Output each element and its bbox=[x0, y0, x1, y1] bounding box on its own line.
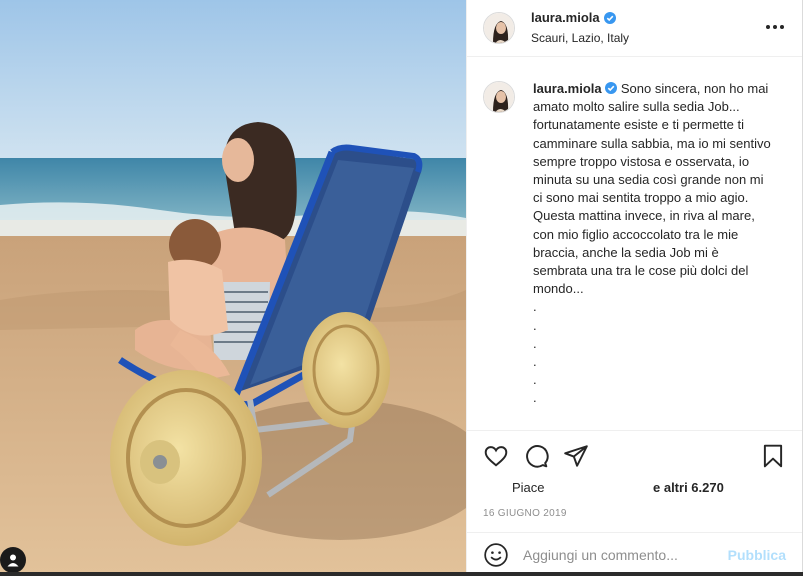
caption-area: laura.miola Sono sincera, non ho mai ama… bbox=[467, 58, 802, 430]
caption-avatar[interactable] bbox=[483, 81, 515, 113]
publish-button[interactable]: Pubblica bbox=[728, 547, 786, 563]
post-details-panel: laura.miola Scauri, Lazio, Italy laura.m… bbox=[466, 0, 803, 576]
verified-badge-icon bbox=[603, 12, 616, 24]
post-photo[interactable] bbox=[0, 0, 466, 576]
taskbar-strip bbox=[0, 572, 803, 576]
action-bar bbox=[467, 430, 802, 478]
username-link[interactable]: laura.miola bbox=[531, 10, 600, 26]
redacted-username bbox=[565, 481, 649, 495]
beach-photo-illustration bbox=[0, 0, 466, 576]
emoji-icon[interactable] bbox=[483, 542, 509, 568]
profile-fab[interactable] bbox=[0, 547, 26, 573]
caption-username[interactable]: laura.miola bbox=[533, 81, 602, 96]
caption-dot: . bbox=[533, 317, 537, 333]
avatar-image bbox=[484, 13, 514, 43]
avatar[interactable] bbox=[483, 12, 515, 44]
user-icon bbox=[7, 554, 19, 567]
caption-paragraph-1: Sono sincera, non ho mai amato molto sal… bbox=[533, 81, 771, 206]
more-options-icon[interactable] bbox=[766, 20, 784, 34]
comment-input[interactable] bbox=[523, 546, 728, 563]
caption-dot: . bbox=[533, 299, 537, 315]
post-date[interactable]: 16 GIUGNO 2019 bbox=[483, 508, 567, 519]
location-link[interactable]: Scauri, Lazio, Italy bbox=[531, 30, 629, 46]
avatar-image bbox=[484, 82, 514, 112]
comment-form: Pubblica bbox=[467, 532, 802, 576]
caption-dot: . bbox=[533, 354, 537, 370]
caption-dot: . bbox=[533, 335, 537, 351]
heart-icon[interactable] bbox=[483, 443, 509, 469]
share-icon[interactable] bbox=[563, 443, 589, 469]
caption-dot: . bbox=[533, 372, 537, 388]
comment-icon[interactable] bbox=[523, 443, 549, 469]
likes-summary[interactable]: Piace e altri 6.270 bbox=[467, 479, 802, 497]
caption-paragraph-2: Questa mattina invece, in riva al mare, … bbox=[533, 208, 755, 297]
bookmark-icon[interactable] bbox=[760, 443, 786, 469]
caption-dots: . . . . . . bbox=[533, 298, 773, 407]
caption-dot: . bbox=[533, 390, 537, 406]
likes-prefix: Piace bbox=[512, 480, 545, 495]
post-header: laura.miola Scauri, Lazio, Italy bbox=[467, 0, 802, 57]
likes-count[interactable]: e altri 6.270 bbox=[653, 480, 724, 495]
verified-badge-icon bbox=[605, 81, 618, 94]
caption-text: laura.miola Sono sincera, non ho mai ama… bbox=[533, 80, 773, 408]
